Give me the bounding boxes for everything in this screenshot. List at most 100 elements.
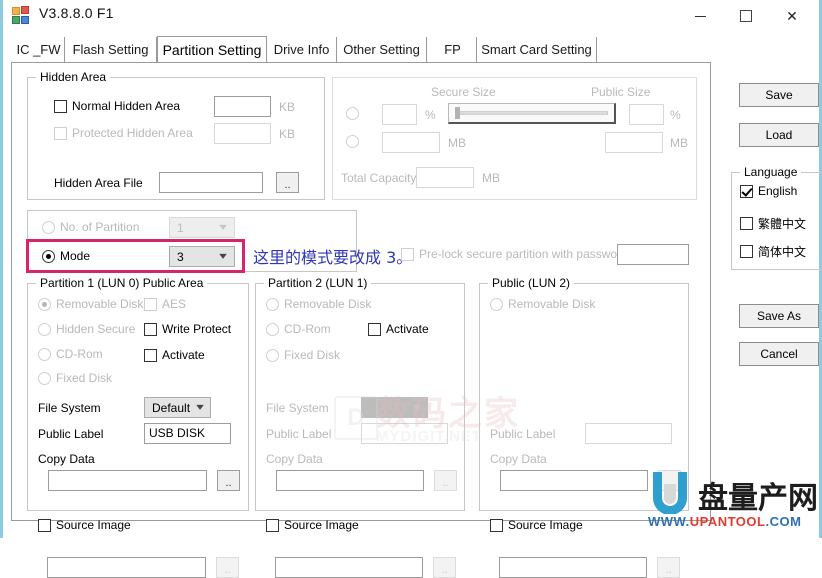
close-icon: ✕ <box>786 8 798 25</box>
p3-source-image-checkbox[interactable]: Source Image <box>490 518 583 532</box>
radio-dot <box>346 107 359 120</box>
p2-public-label-input[interactable] <box>361 423 448 444</box>
language-simplified-chinese-label: 简体中文 <box>758 243 806 260</box>
prelock-checkbox[interactable]: Pre-lock secure partition with password … <box>401 247 634 261</box>
tab-smart-card-setting[interactable]: Smart Card Setting <box>477 37 597 62</box>
p1-copy-data-browse-button[interactable]: .. <box>217 470 240 491</box>
p1-copy-data-label: Copy Data <box>38 452 95 466</box>
p1-source-image-input[interactable] <box>47 557 206 578</box>
p1-source-image-checkbox[interactable]: Source Image <box>38 518 131 532</box>
p1-aes-checkbox[interactable]: AES <box>144 297 186 311</box>
p2-file-system-select[interactable]: Default ▾ <box>361 397 428 418</box>
checkbox-box <box>144 298 157 311</box>
tab-drive-info[interactable]: Drive Info <box>267 37 337 62</box>
save-as-button[interactable]: Save As <box>739 304 819 328</box>
public-size-percent-input[interactable] <box>629 104 664 125</box>
language-traditional-chinese-checkbox[interactable]: 繁體中文 <box>740 215 806 232</box>
close-button[interactable]: ✕ <box>769 0 815 32</box>
normal-hidden-area-checkbox[interactable]: Normal Hidden Area <box>54 99 180 113</box>
p1-file-system-select[interactable]: Default ▾ <box>144 397 211 418</box>
chevron-down-icon: ▾ <box>207 222 240 233</box>
p2-copy-data-label: Copy Data <box>266 452 323 466</box>
mode-radio[interactable]: Mode <box>42 249 90 263</box>
language-simplified-chinese-checkbox[interactable]: 简体中文 <box>740 243 806 260</box>
language-english-checkbox[interactable]: English <box>740 184 797 198</box>
p1-fixed-disk-radio[interactable]: Fixed Disk <box>38 371 112 385</box>
secure-size-mb-input[interactable] <box>382 132 440 153</box>
p1-cd-rom-radio[interactable]: CD-Rom <box>38 347 103 361</box>
mode-select[interactable]: 3 ▾ <box>169 246 235 267</box>
p3-copy-data-browse-button[interactable]: .. <box>658 470 681 491</box>
application-window: V3.8.8.0 F1 ✕ IC _FW Flash Setting Parti… <box>0 0 822 538</box>
load-button[interactable]: Load <box>739 123 819 147</box>
p1-source-image-label: Source Image <box>56 518 131 532</box>
no-of-partition-radio[interactable]: No. of Partition <box>42 220 139 234</box>
chevron-down-icon: ▾ <box>402 402 432 413</box>
p3-copy-data-label: Copy Data <box>490 452 547 466</box>
p1-copy-data-input[interactable] <box>48 470 207 491</box>
public-size-mb-input[interactable] <box>605 132 663 153</box>
p3-removable-disk-radio[interactable]: Removable Disk <box>490 297 595 311</box>
partition-1-title: Partition 1 (LUN 0) Public Area <box>36 276 207 290</box>
hidden-area-file-browse-button[interactable]: .. <box>276 172 299 193</box>
tab-other-setting[interactable]: Other Setting <box>337 37 427 62</box>
p2-copy-data-browse-button[interactable]: .. <box>434 470 457 491</box>
hidden-area-group: Hidden Area Normal Hidden Area KB Protec… <box>27 77 325 200</box>
p2-source-image-browse-button[interactable]: .. <box>433 557 456 578</box>
checkbox-box <box>144 323 157 336</box>
no-of-partition-select[interactable]: 1 ▾ <box>169 217 235 238</box>
radio-dot <box>38 372 51 385</box>
radio-dot <box>266 323 279 336</box>
slider-thumb[interactable] <box>455 107 460 119</box>
partition-2-group: Partition 2 (LUN 1) Removable Disk CD-Ro… <box>255 283 465 511</box>
p2-source-image-checkbox[interactable]: Source Image <box>266 518 359 532</box>
p3-public-label-input[interactable] <box>585 423 672 444</box>
p1-write-protect-checkbox[interactable]: Write Protect <box>144 322 231 336</box>
protected-hidden-area-checkbox[interactable]: Protected Hidden Area <box>54 126 193 140</box>
protected-hidden-area-input[interactable] <box>214 123 271 144</box>
minimize-button[interactable] <box>677 0 723 32</box>
tab-flash-setting[interactable]: Flash Setting <box>65 37 157 62</box>
p1-public-label-input[interactable]: USB DISK <box>144 423 231 444</box>
p1-removable-disk-radio[interactable]: Removable Disk <box>38 297 143 311</box>
p2-activate-checkbox[interactable]: Activate <box>368 322 429 336</box>
total-capacity-input[interactable] <box>416 167 474 188</box>
p1-hidden-secure-radio[interactable]: Hidden Secure <box>38 322 135 336</box>
tab-fp[interactable]: FP <box>429 37 477 62</box>
maximize-button[interactable] <box>723 0 769 32</box>
normal-hidden-area-input[interactable] <box>214 96 271 117</box>
cancel-button[interactable]: Cancel <box>739 342 819 366</box>
language-english-label: English <box>758 184 797 198</box>
p2-copy-data-input[interactable] <box>276 470 424 491</box>
save-button[interactable]: Save <box>739 83 819 107</box>
prelock-password-input[interactable] <box>617 244 689 265</box>
no-of-partition-label: No. of Partition <box>60 220 139 234</box>
p3-source-image-browse-button[interactable]: .. <box>657 557 680 578</box>
p2-source-image-input[interactable] <box>275 557 423 578</box>
secure-size-percent-input[interactable] <box>382 104 417 125</box>
p2-removable-disk-radio[interactable]: Removable Disk <box>266 297 371 311</box>
radio-dot <box>42 250 55 263</box>
size-slider[interactable] <box>448 103 616 124</box>
checkbox-box <box>144 349 157 362</box>
public-percent-unit: % <box>670 108 681 122</box>
p1-source-image-browse-button[interactable]: .. <box>216 557 239 578</box>
p3-copy-data-input[interactable] <box>500 470 648 491</box>
tab-ic-fw[interactable]: IC _FW <box>13 37 65 62</box>
hidden-area-file-input[interactable] <box>159 172 263 193</box>
p1-fixed-disk-label: Fixed Disk <box>56 371 112 385</box>
p2-fixed-disk-radio[interactable]: Fixed Disk <box>266 348 340 362</box>
public-mb-unit: MB <box>670 136 688 150</box>
partition-1-group: Partition 1 (LUN 0) Public Area Removabl… <box>27 283 249 511</box>
p1-activate-checkbox[interactable]: Activate <box>144 348 205 362</box>
size-percent-radio[interactable] <box>346 107 364 120</box>
mode-label: Mode <box>60 249 90 263</box>
tab-partition-setting[interactable]: Partition Setting <box>157 36 267 63</box>
p2-cd-rom-radio[interactable]: CD-Rom <box>266 322 331 336</box>
checkbox-box <box>490 519 503 532</box>
protected-hidden-area-unit: KB <box>279 127 295 141</box>
p3-source-image-input[interactable] <box>499 557 647 578</box>
size-mb-radio[interactable] <box>346 135 364 148</box>
size-allocation-group: Secure Size Public Size % % MB MB Total … <box>332 77 697 200</box>
secure-percent-unit: % <box>425 108 436 122</box>
